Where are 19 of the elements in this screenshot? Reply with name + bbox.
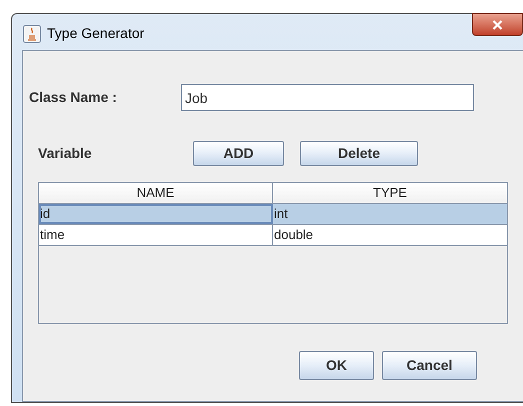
column-header[interactable]: TYPE xyxy=(273,183,507,203)
table-cell-text: int xyxy=(273,205,289,224)
close-icon xyxy=(492,20,503,30)
table-cell: id xyxy=(39,204,273,224)
toolbar-button[interactable]: ADD xyxy=(193,141,284,166)
table-cell: time xyxy=(39,225,273,245)
dialog-button[interactable]: Cancel xyxy=(382,351,477,380)
window-title: Type Generator xyxy=(47,24,144,43)
dialog-button[interactable]: OK xyxy=(299,351,374,380)
close-button[interactable] xyxy=(472,13,523,36)
toolbar-button[interactable]: Delete xyxy=(300,141,418,166)
column-header[interactable]: NAME xyxy=(39,183,273,203)
variable-label: Variable xyxy=(38,144,93,163)
table-cell-text: double xyxy=(273,226,314,244)
table-row[interactable]: time double xyxy=(39,225,507,246)
class-name-field[interactable]: Job xyxy=(181,84,474,111)
table-row[interactable]: id int xyxy=(39,204,507,225)
class-name-label: Class Name : xyxy=(29,88,118,107)
app-icon xyxy=(23,24,41,42)
